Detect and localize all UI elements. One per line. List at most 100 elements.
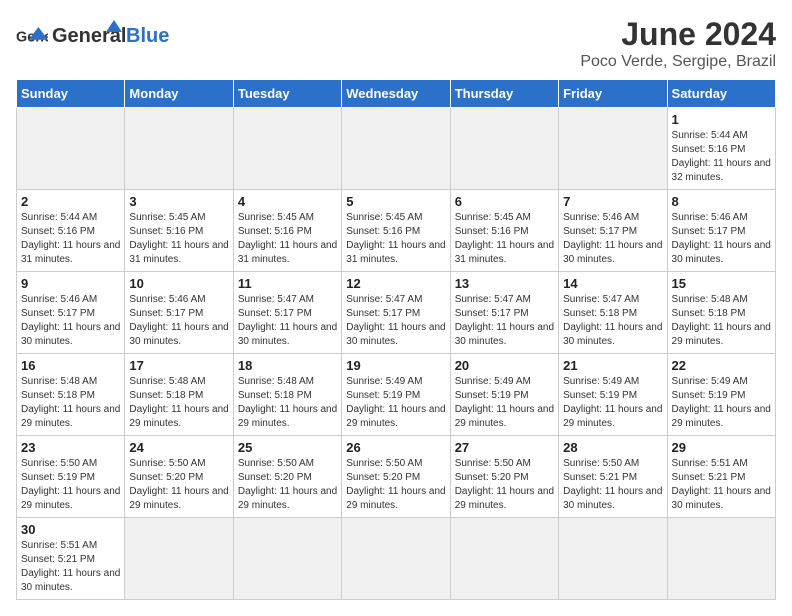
day-info: Sunrise: 5:50 AMSunset: 5:20 PMDaylight:… — [238, 457, 337, 513]
day-info: Sunrise: 5:46 AMSunset: 5:17 PMDaylight:… — [563, 211, 662, 267]
day-number: 20 — [455, 358, 554, 373]
day-info: Sunrise: 5:46 AMSunset: 5:17 PMDaylight:… — [129, 293, 228, 349]
weekday-header-monday: Monday — [125, 80, 233, 108]
day-number: 3 — [129, 194, 228, 209]
day-number: 26 — [346, 440, 445, 455]
day-number: 1 — [672, 112, 771, 127]
day-number: 6 — [455, 194, 554, 209]
day-number: 22 — [672, 358, 771, 373]
calendar-cell: 8 Sunrise: 5:46 AMSunset: 5:17 PMDaylight… — [667, 190, 775, 272]
calendar-cell: 28 Sunrise: 5:50 AMSunset: 5:21 PMDayligh… — [559, 436, 667, 518]
day-info: Sunrise: 5:45 AMSunset: 5:16 PMDaylight:… — [455, 211, 554, 267]
day-number: 12 — [346, 276, 445, 291]
calendar-cell: 27 Sunrise: 5:50 AMSunset: 5:20 PMDayligh… — [450, 436, 558, 518]
weekday-header-sunday: Sunday — [17, 80, 125, 108]
calendar-cell — [342, 108, 450, 190]
day-number: 29 — [672, 440, 771, 455]
day-number: 23 — [21, 440, 120, 455]
weekday-header-friday: Friday — [559, 80, 667, 108]
calendar-cell: 11 Sunrise: 5:47 AMSunset: 5:17 PMDayligh… — [233, 272, 341, 354]
calendar-cell: 9 Sunrise: 5:46 AMSunset: 5:17 PMDaylight… — [17, 272, 125, 354]
weekday-header-thursday: Thursday — [450, 80, 558, 108]
day-info: Sunrise: 5:46 AMSunset: 5:17 PMDaylight:… — [21, 293, 120, 349]
calendar-cell: 4Sunrise: 5:45 AMSunset: 5:16 PMDaylight… — [233, 190, 341, 272]
calendar-cell: 10 Sunrise: 5:46 AMSunset: 5:17 PMDayligh… — [125, 272, 233, 354]
calendar-week-row: 9 Sunrise: 5:46 AMSunset: 5:17 PMDaylight… — [17, 272, 776, 354]
calendar-cell — [450, 518, 558, 600]
calendar-cell: 17Sunrise: 5:48 AMSunset: 5:18 PMDayligh… — [125, 354, 233, 436]
day-info: Sunrise: 5:47 AMSunset: 5:18 PMDaylight:… — [563, 293, 662, 349]
day-number: 2 — [21, 194, 120, 209]
calendar-cell: 6 Sunrise: 5:45 AMSunset: 5:16 PMDaylight… — [450, 190, 558, 272]
calendar-week-row: 30Sunrise: 5:51 AMSunset: 5:21 PMDayligh… — [17, 518, 776, 600]
page-header: General General Blue June 2024 Poco Verd… — [16, 16, 776, 71]
calendar-cell: 21Sunrise: 5:49 AMSunset: 5:19 PMDayligh… — [559, 354, 667, 436]
calendar-cell: 22 Sunrise: 5:49 AMSunset: 5:19 PMDayligh… — [667, 354, 775, 436]
calendar-cell: 19Sunrise: 5:49 AMSunset: 5:19 PMDayligh… — [342, 354, 450, 436]
day-number: 11 — [238, 276, 337, 291]
day-info: Sunrise: 5:46 AMSunset: 5:17 PMDaylight:… — [672, 211, 771, 267]
day-info: Sunrise: 5:47 AMSunset: 5:17 PMDaylight:… — [455, 293, 554, 349]
day-number: 15 — [672, 276, 771, 291]
day-info: Sunrise: 5:50 AMSunset: 5:20 PMDaylight:… — [455, 457, 554, 513]
day-number: 5 — [346, 194, 445, 209]
calendar-table: SundayMondayTuesdayWednesdayThursdayFrid… — [16, 79, 776, 600]
day-number: 17 — [129, 358, 228, 373]
calendar-cell — [667, 518, 775, 600]
day-number: 10 — [129, 276, 228, 291]
calendar-week-row: 16 Sunrise: 5:48 AMSunset: 5:18 PMDayligh… — [17, 354, 776, 436]
day-number: 19 — [346, 358, 445, 373]
day-number: 14 — [563, 276, 662, 291]
generalblue-logo: General Blue — [52, 16, 172, 56]
calendar-cell: 29 Sunrise: 5:51 AMSunset: 5:21 PMDayligh… — [667, 436, 775, 518]
calendar-cell: 7Sunrise: 5:46 AMSunset: 5:17 PMDaylight… — [559, 190, 667, 272]
day-info: Sunrise: 5:49 AMSunset: 5:19 PMDaylight:… — [672, 375, 771, 431]
day-info: Sunrise: 5:50 AMSunset: 5:19 PMDaylight:… — [21, 457, 120, 513]
day-number: 16 — [21, 358, 120, 373]
day-info: Sunrise: 5:49 AMSunset: 5:19 PMDaylight:… — [563, 375, 662, 431]
calendar-cell: 30Sunrise: 5:51 AMSunset: 5:21 PMDayligh… — [17, 518, 125, 600]
day-info: Sunrise: 5:45 AMSunset: 5:16 PMDaylight:… — [346, 211, 445, 267]
logo-icon: General — [16, 25, 48, 53]
calendar-cell: 2Sunrise: 5:44 AMSunset: 5:16 PMDaylight… — [17, 190, 125, 272]
day-number: 28 — [563, 440, 662, 455]
weekday-header-saturday: Saturday — [667, 80, 775, 108]
day-info: Sunrise: 5:50 AMSunset: 5:20 PMDaylight:… — [129, 457, 228, 513]
day-info: Sunrise: 5:45 AMSunset: 5:16 PMDaylight:… — [238, 211, 337, 267]
calendar-cell — [342, 518, 450, 600]
svg-text:Blue: Blue — [126, 25, 169, 47]
calendar-cell: 25Sunrise: 5:50 AMSunset: 5:20 PMDayligh… — [233, 436, 341, 518]
location-subtitle: Poco Verde, Sergipe, Brazil — [580, 53, 776, 71]
day-info: Sunrise: 5:50 AMSunset: 5:20 PMDaylight:… — [346, 457, 445, 513]
calendar-cell — [450, 108, 558, 190]
calendar-cell: 14 Sunrise: 5:47 AMSunset: 5:18 PMDayligh… — [559, 272, 667, 354]
day-info: Sunrise: 5:48 AMSunset: 5:18 PMDaylight:… — [21, 375, 120, 431]
day-number: 8 — [672, 194, 771, 209]
calendar-week-row: 1Sunrise: 5:44 AMSunset: 5:16 PMDaylight… — [17, 108, 776, 190]
day-info: Sunrise: 5:50 AMSunset: 5:21 PMDaylight:… — [563, 457, 662, 513]
day-info: Sunrise: 5:47 AMSunset: 5:17 PMDaylight:… — [346, 293, 445, 349]
day-number: 13 — [455, 276, 554, 291]
calendar-cell: 16 Sunrise: 5:48 AMSunset: 5:18 PMDayligh… — [17, 354, 125, 436]
day-info: Sunrise: 5:47 AMSunset: 5:17 PMDaylight:… — [238, 293, 337, 349]
calendar-cell — [17, 108, 125, 190]
day-info: Sunrise: 5:51 AMSunset: 5:21 PMDaylight:… — [21, 539, 120, 595]
day-info: Sunrise: 5:48 AMSunset: 5:18 PMDaylight:… — [672, 293, 771, 349]
title-block: June 2024 Poco Verde, Sergipe, Brazil — [580, 16, 776, 71]
calendar-week-row: 2Sunrise: 5:44 AMSunset: 5:16 PMDaylight… — [17, 190, 776, 272]
calendar-cell — [125, 518, 233, 600]
day-info: Sunrise: 5:49 AMSunset: 5:19 PMDaylight:… — [455, 375, 554, 431]
calendar-cell — [125, 108, 233, 190]
logo: General General Blue — [16, 16, 172, 61]
day-number: 27 — [455, 440, 554, 455]
day-info: Sunrise: 5:51 AMSunset: 5:21 PMDaylight:… — [672, 457, 771, 513]
weekday-header-row: SundayMondayTuesdayWednesdayThursdayFrid… — [17, 80, 776, 108]
day-number: 18 — [238, 358, 337, 373]
day-number: 9 — [21, 276, 120, 291]
calendar-cell — [559, 108, 667, 190]
day-info: Sunrise: 5:45 AMSunset: 5:16 PMDaylight:… — [129, 211, 228, 267]
calendar-cell: 26 Sunrise: 5:50 AMSunset: 5:20 PMDayligh… — [342, 436, 450, 518]
calendar-cell: 24Sunrise: 5:50 AMSunset: 5:20 PMDayligh… — [125, 436, 233, 518]
month-title: June 2024 — [580, 16, 776, 53]
calendar-cell: 15 Sunrise: 5:48 AMSunset: 5:18 PMDayligh… — [667, 272, 775, 354]
